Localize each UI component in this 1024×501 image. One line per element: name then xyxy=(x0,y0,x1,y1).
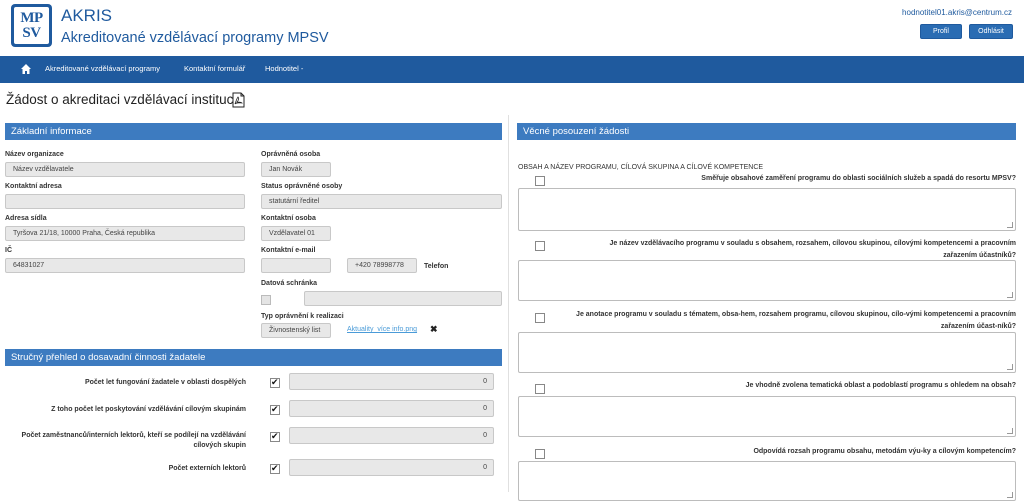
org-name-label: Název organizace xyxy=(5,151,64,158)
question-answer-textarea[interactable] xyxy=(518,461,1016,501)
logo-text-bottom: SV xyxy=(22,24,41,41)
contact-person-label: Kontaktní osoba xyxy=(261,215,316,222)
remove-attachment-icon[interactable]: ✖ xyxy=(430,324,438,335)
question-answer-textarea[interactable] xyxy=(518,188,1016,231)
data-box-checkbox[interactable] xyxy=(261,295,271,305)
home-icon[interactable] xyxy=(20,63,32,75)
basic-info-heading: Základní informace xyxy=(5,123,502,140)
authorized-person-field[interactable]: Jan Novák xyxy=(261,162,331,177)
contact-email-field[interactable] xyxy=(261,258,331,273)
contact-person-field[interactable]: Vzdělavatel 01 xyxy=(261,226,331,241)
overview-row-value[interactable]: 0 xyxy=(289,400,494,417)
data-box-label: Datová schránka xyxy=(261,280,318,287)
question-answer-textarea[interactable] xyxy=(518,396,1016,437)
phone-field[interactable]: +420 78998778 xyxy=(347,258,417,273)
ic-label: IČ xyxy=(5,247,12,254)
overview-row-label: Z toho počet let poskytování vzdělávání … xyxy=(51,406,246,413)
authorized-status-label: Status oprávněné osoby xyxy=(261,183,343,190)
overview-row-value[interactable]: 0 xyxy=(289,373,494,390)
brand-name: AKRIS xyxy=(61,6,113,25)
question-checkbox[interactable] xyxy=(535,449,545,459)
overview-row-checkbox[interactable] xyxy=(270,431,280,442)
contact-address-field[interactable] xyxy=(5,194,245,209)
question-checkbox[interactable] xyxy=(535,176,545,186)
overview-row-label: Počet externích lektorů xyxy=(168,465,246,472)
question-text: Směřuje obsahové zaměření programu do ob… xyxy=(701,175,1016,182)
main-navbar: Akreditované vzdělávací programy Kontakt… xyxy=(0,56,1024,83)
data-box-field[interactable] xyxy=(304,291,502,306)
overview-row-label: Počet zaměstnanců/interních lektorů, kte… xyxy=(21,432,246,449)
overview-row-checkbox[interactable] xyxy=(270,463,280,474)
question-answer-textarea[interactable] xyxy=(518,260,1016,301)
phone-label: Telefon xyxy=(424,263,449,270)
question-checkbox[interactable] xyxy=(535,384,545,394)
question-text: Je vhodně zvolena tematická oblast a pod… xyxy=(745,382,1016,389)
question-checkbox[interactable] xyxy=(535,313,545,323)
logo-text-top: MP xyxy=(20,9,43,26)
brand-subtitle: Akreditované vzdělávací programy MPSV xyxy=(61,30,329,46)
nav-item-evaluator-menu[interactable]: Hodnotitel - xyxy=(265,64,303,73)
assessment-heading: Věcné posouzení žádosti xyxy=(517,123,1016,140)
question-text: Je anotace programu v souladu s tématem,… xyxy=(576,311,1016,330)
contact-address-label: Kontaktní adresa xyxy=(5,183,62,190)
nav-item-contact-form[interactable]: Kontaktní formulář xyxy=(184,64,245,73)
seat-address-label: Adresa sídla xyxy=(5,215,47,222)
authorized-person-label: Oprávněná osoba xyxy=(261,151,321,158)
app-header: MP SV AKRIS Akreditované vzdělávací prog… xyxy=(0,0,1024,56)
seat-address-field[interactable]: Tyršova 21/18, 10000 Praha, Česká republ… xyxy=(5,226,245,241)
contact-email-label: Kontaktní e-mail xyxy=(261,247,316,254)
attachment-link[interactable]: Aktuality_více info.png xyxy=(347,326,417,333)
question-text: Odpovídá rozsah programu obsahu, metodám… xyxy=(753,448,1016,455)
overview-heading: Stručný přehled o dosavadní činnosti žad… xyxy=(5,349,502,366)
column-divider xyxy=(508,115,509,492)
overview-row-checkbox[interactable] xyxy=(270,377,280,388)
ic-field[interactable]: 64831027 xyxy=(5,258,245,273)
user-email: hodnotitel01.akris@centrum.cz xyxy=(902,8,1012,17)
license-type-field[interactable]: Živnostenský list xyxy=(261,323,331,338)
mpsv-logo[interactable]: MP SV xyxy=(11,4,52,47)
overview-row-label: Počet let fungování žadatele v oblasti d… xyxy=(84,379,246,386)
org-name-field[interactable]: Název vzdělavatele xyxy=(5,162,245,177)
page-title: Žádost o akreditaci vzdělávací instituce xyxy=(6,92,241,107)
overview-row-checkbox[interactable] xyxy=(270,404,280,415)
question-text: Je název vzdělávacího programu v souladu… xyxy=(609,240,1016,259)
overview-row-value[interactable]: 0 xyxy=(289,459,494,476)
nav-item-programs[interactable]: Akreditované vzdělávací programy xyxy=(45,64,160,73)
overview-row-value[interactable]: 0 xyxy=(289,427,494,444)
assessment-section-caption: OBSAH A NÁZEV PROGRAMU, CÍLOVÁ SKUPINA A… xyxy=(518,164,764,171)
question-checkbox[interactable] xyxy=(535,241,545,251)
pdf-icon[interactable] xyxy=(232,92,245,108)
authorized-status-field[interactable]: statutární ředitel xyxy=(261,194,502,209)
license-type-label: Typ oprávnění k realizaci xyxy=(261,313,344,320)
profile-button[interactable]: Profil xyxy=(920,24,962,39)
question-answer-textarea[interactable] xyxy=(518,332,1016,373)
logout-button[interactable]: Odhlásit xyxy=(969,24,1013,39)
